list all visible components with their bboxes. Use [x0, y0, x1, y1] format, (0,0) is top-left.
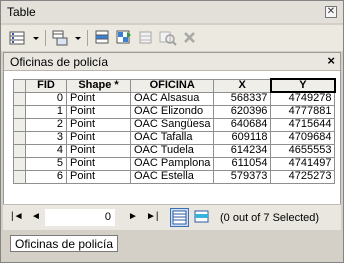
- row-selector[interactable]: [13, 156, 26, 171]
- selection-status: (0 out of 7 Selected): [220, 212, 320, 224]
- cell-oficina[interactable]: OAC Elizondo: [129, 104, 215, 119]
- cell-fid[interactable]: 3: [25, 130, 67, 145]
- tab-oficinas-de-policia[interactable]: Oficinas de policía: [10, 235, 119, 252]
- cell-fid[interactable]: 5: [25, 156, 67, 171]
- cell-y[interactable]: 4777881: [270, 104, 336, 119]
- cell-x[interactable]: 568337: [213, 91, 272, 106]
- column-header-oficina[interactable]: OFICINA: [129, 78, 215, 93]
- cell-fid[interactable]: 1: [25, 104, 67, 119]
- cell-x[interactable]: 579373: [213, 169, 272, 184]
- first-record-button[interactable]: |◄: [11, 211, 24, 222]
- row-selector[interactable]: [13, 169, 26, 184]
- window-close-button[interactable]: ✕: [325, 6, 337, 18]
- switch-selection-icon[interactable]: [115, 29, 133, 47]
- cell-x[interactable]: 620396: [213, 104, 272, 119]
- related-tables-icon[interactable]: [51, 29, 83, 47]
- table-tabs: Oficinas de policía: [1, 231, 343, 262]
- last-record-button[interactable]: ►|: [146, 211, 159, 222]
- previous-record-button[interactable]: ◄: [31, 211, 41, 222]
- cell-oficina[interactable]: OAC Tafalla: [129, 130, 215, 145]
- cell-shape[interactable]: Point: [66, 91, 131, 106]
- column-header-x[interactable]: X: [213, 78, 272, 93]
- column-header-y[interactable]: Y: [269, 78, 336, 93]
- cell-fid[interactable]: 6: [25, 169, 67, 184]
- column-header-shape[interactable]: Shape *: [66, 78, 131, 93]
- cell-y[interactable]: 4709684: [270, 130, 336, 145]
- table-options-icon[interactable]: [9, 29, 41, 47]
- header-row: FID Shape * OFICINA X Y: [13, 78, 336, 93]
- row-selector[interactable]: [13, 91, 26, 106]
- cell-shape[interactable]: Point: [66, 117, 131, 132]
- panel-close-icon[interactable]: ×: [327, 53, 335, 68]
- table-row[interactable]: 4 Point OAC Tudela 614234 4655553: [13, 143, 336, 158]
- cell-shape[interactable]: Point: [66, 104, 131, 119]
- attribute-table: FID Shape * OFICINA X Y 0 Point OAC Alsa…: [13, 78, 336, 184]
- show-selected-records-icon[interactable]: [193, 208, 212, 227]
- panel-title: Oficinas de policía: [10, 55, 109, 69]
- next-record-button[interactable]: ►: [128, 211, 138, 222]
- show-all-records-icon[interactable]: [170, 208, 189, 227]
- toolbar: [1, 25, 343, 51]
- cell-oficina[interactable]: OAC Pamplona: [129, 156, 215, 171]
- toolbar-separator: [87, 30, 88, 46]
- zoom-to-selected-icon[interactable]: [159, 29, 177, 47]
- cell-x[interactable]: 640684: [213, 117, 272, 132]
- clear-selection-icon[interactable]: [138, 29, 154, 47]
- row-selector-header[interactable]: [13, 78, 26, 93]
- current-record-input[interactable]: 0: [45, 209, 115, 226]
- row-selector[interactable]: [13, 104, 26, 119]
- cell-y[interactable]: 4715644: [270, 117, 336, 132]
- table-row[interactable]: 3 Point OAC Tafalla 609118 4709684: [13, 130, 336, 145]
- cell-shape[interactable]: Point: [66, 169, 131, 184]
- table-window: Table ✕ Oficinas de policía × FID Shape …: [0, 0, 344, 263]
- title-bar[interactable]: Table ✕: [1, 1, 343, 23]
- table-row[interactable]: 5 Point OAC Pamplona 611054 4741497: [13, 156, 336, 171]
- table-row[interactable]: 1 Point OAC Elizondo 620396 4777881: [13, 104, 336, 119]
- cell-x[interactable]: 611054: [213, 156, 272, 171]
- row-selector[interactable]: [13, 143, 26, 158]
- cell-shape[interactable]: Point: [66, 143, 131, 158]
- record-navigation-bar: |◄ ◄ 0 ► ►| (0 out of 7 Selected): [3, 204, 341, 230]
- cell-x[interactable]: 614234: [213, 143, 272, 158]
- cell-fid[interactable]: 2: [25, 117, 67, 132]
- toolbar-separator: [45, 30, 46, 46]
- cell-oficina[interactable]: OAC Sangüesa: [129, 117, 215, 132]
- table-row[interactable]: 2 Point OAC Sangüesa 640684 4715644: [13, 117, 336, 132]
- table-row[interactable]: 6 Point OAC Estella 579373 4725273: [13, 169, 336, 184]
- cell-y[interactable]: 4741497: [270, 156, 336, 171]
- cell-y[interactable]: 4725273: [270, 169, 336, 184]
- cell-y[interactable]: 4749278: [270, 91, 336, 106]
- select-by-attributes-icon[interactable]: [94, 29, 112, 47]
- window-title: Table: [7, 5, 36, 19]
- cell-y[interactable]: 4655553: [270, 143, 336, 158]
- table-row[interactable]: 0 Point OAC Alsasua 568337 4749278: [13, 91, 336, 106]
- cell-x[interactable]: 609118: [213, 130, 272, 145]
- row-selector[interactable]: [13, 130, 26, 145]
- cell-oficina[interactable]: OAC Alsasua: [129, 91, 215, 106]
- delete-selected-icon[interactable]: [182, 29, 198, 47]
- cell-fid[interactable]: 4: [25, 143, 67, 158]
- cell-fid[interactable]: 0: [25, 91, 67, 106]
- panel-header: Oficinas de policía ×: [4, 53, 340, 71]
- cell-oficina[interactable]: OAC Tudela: [129, 143, 215, 158]
- cell-shape[interactable]: Point: [66, 130, 131, 145]
- row-selector[interactable]: [13, 117, 26, 132]
- column-header-fid[interactable]: FID: [25, 78, 67, 93]
- cell-oficina[interactable]: OAC Estella: [129, 169, 215, 184]
- cell-shape[interactable]: Point: [66, 156, 131, 171]
